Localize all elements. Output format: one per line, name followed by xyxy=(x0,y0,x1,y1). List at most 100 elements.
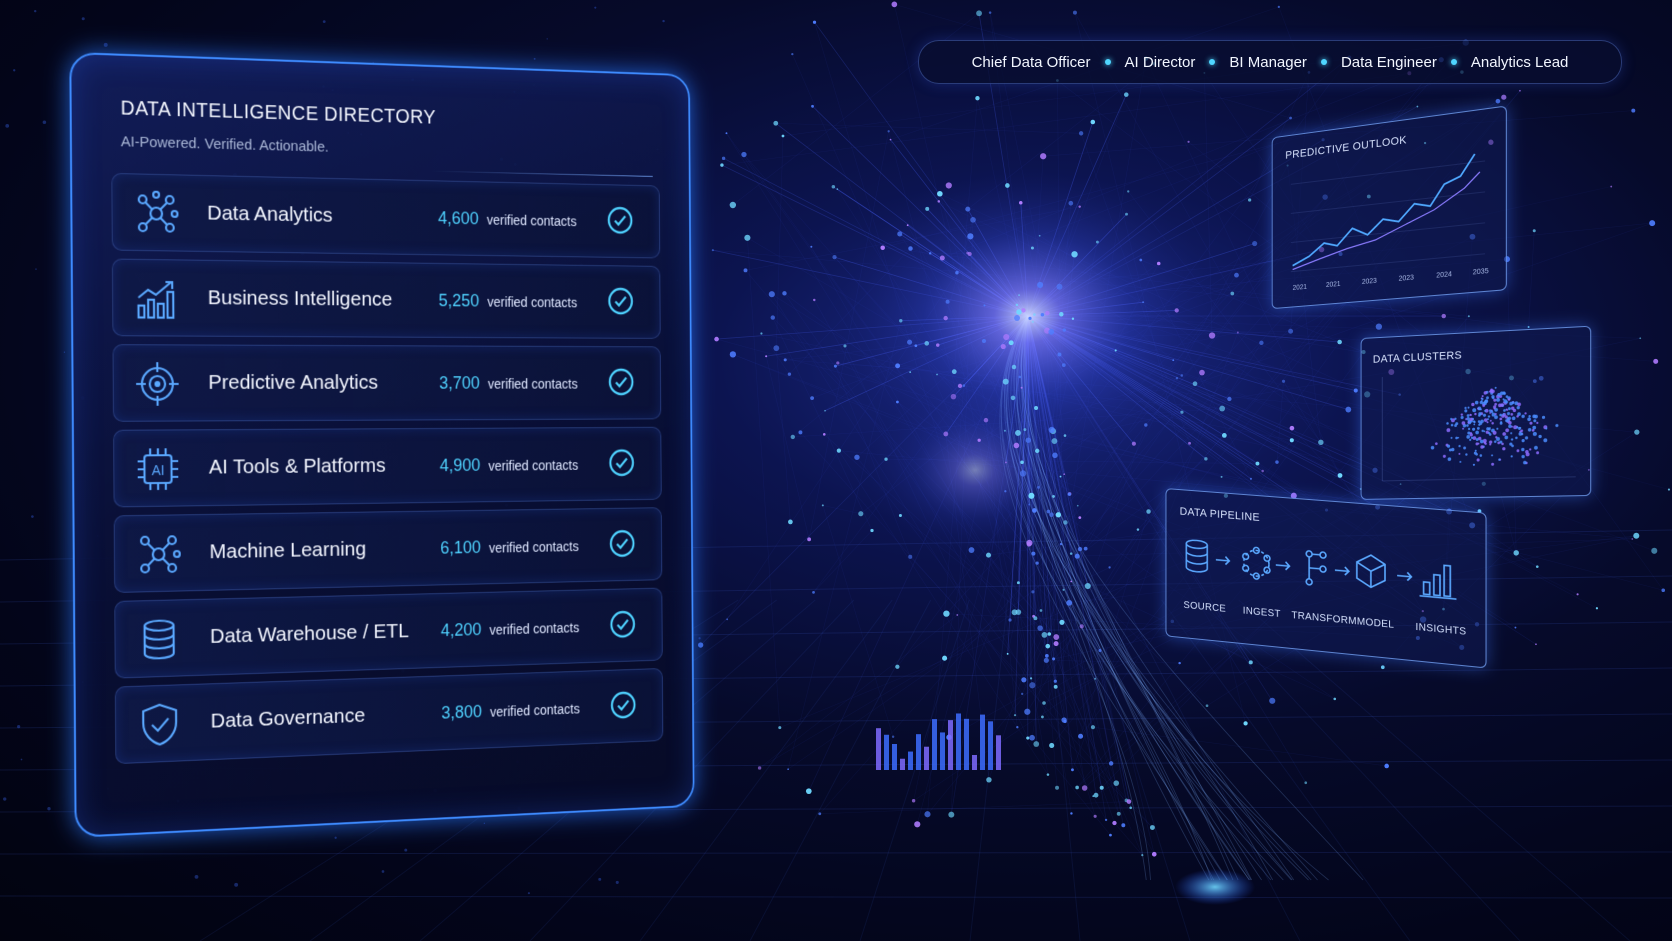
network-node xyxy=(1337,473,1343,478)
cluster-point xyxy=(1483,391,1488,395)
network-node xyxy=(1011,609,1018,616)
network-node xyxy=(943,315,948,321)
network-node xyxy=(1281,379,1286,383)
cluster-point xyxy=(1532,425,1537,430)
network-node xyxy=(3,797,7,801)
role-chief-data-officer[interactable]: Chief Data Officer xyxy=(958,54,1105,71)
cluster-point xyxy=(1494,402,1498,406)
cluster-point xyxy=(1481,395,1484,398)
category-list: Data Analytics 4,600 verified contacts B… xyxy=(111,172,664,772)
network-node xyxy=(697,642,704,648)
network-node xyxy=(1353,388,1358,393)
network-node xyxy=(1252,240,1258,247)
network-node xyxy=(1094,677,1097,680)
network-node xyxy=(788,519,793,525)
network-node xyxy=(1375,323,1383,330)
contact-unit-label: verified contacts xyxy=(486,212,577,229)
network-node xyxy=(936,343,940,347)
predictive-outlook-card: PREDICTIVE OUTLOOK 2021 2021 2023 2023 2… xyxy=(1271,105,1507,310)
network-node xyxy=(1023,428,1027,432)
network-node xyxy=(1126,799,1132,804)
check-circle-icon xyxy=(609,449,635,477)
network-node xyxy=(1028,316,1032,320)
network-node xyxy=(1151,851,1157,857)
role-data-engineer[interactable]: Data Engineer xyxy=(1327,54,1451,71)
network-node xyxy=(1059,619,1065,625)
cluster-point xyxy=(1479,439,1484,444)
network-node xyxy=(1055,512,1062,518)
network-node xyxy=(1121,823,1126,828)
role-ai-director[interactable]: AI Director xyxy=(1111,54,1210,71)
floor-bar xyxy=(940,732,945,770)
network-node xyxy=(1062,588,1065,591)
network-node xyxy=(773,120,779,126)
network-node xyxy=(1236,331,1239,334)
bar-chart-trend-icon xyxy=(134,276,179,322)
network-nodes-icon xyxy=(136,531,181,577)
network-node xyxy=(1037,625,1043,631)
network-node xyxy=(1416,105,1419,108)
panel-title: DATA INTELLIGENCE DIRECTORY xyxy=(120,97,437,129)
category-row-ai-tools-platforms[interactable]: AI AI Tools & Platforms 4,900 verified c… xyxy=(113,426,662,508)
contact-count: 4,600 xyxy=(438,208,479,229)
category-row-machine-learning[interactable]: Machine Learning 6,100 verified contacts xyxy=(113,507,663,594)
network-node xyxy=(1074,553,1080,559)
network-node xyxy=(924,811,931,818)
network-node xyxy=(1532,229,1536,233)
category-label: Predictive Analytics xyxy=(208,371,378,394)
cluster-point xyxy=(1447,457,1452,462)
network-node xyxy=(798,430,803,435)
network-node xyxy=(937,190,943,197)
network-node xyxy=(783,358,787,362)
role-analytics-lead[interactable]: Analytics Lead xyxy=(1457,54,1583,71)
network-node xyxy=(1049,742,1055,749)
network-node xyxy=(1318,439,1324,446)
network-node xyxy=(906,224,909,227)
network-node xyxy=(1156,261,1161,266)
network-node xyxy=(1038,234,1041,237)
cluster-point xyxy=(1430,445,1435,450)
network-node xyxy=(1059,312,1064,317)
network-node xyxy=(1031,590,1035,594)
hexagon-nodes-icon xyxy=(1243,546,1270,580)
network-node xyxy=(1081,785,1088,791)
network-node xyxy=(1661,588,1666,593)
network-link xyxy=(1276,381,1284,463)
category-row-data-analytics[interactable]: Data Analytics 4,600 verified contacts xyxy=(111,172,661,259)
network-node xyxy=(1261,469,1264,473)
tick-label: 2024 xyxy=(1436,271,1452,280)
network-node xyxy=(1053,684,1058,689)
cluster-point xyxy=(1497,441,1501,445)
floor-bar xyxy=(996,735,1001,770)
tick-label: 2021 xyxy=(1325,280,1341,290)
network-node xyxy=(1219,405,1226,412)
network-node xyxy=(1008,618,1012,622)
network-node xyxy=(770,315,775,320)
network-node xyxy=(1033,616,1038,621)
category-row-data-governance[interactable]: Data Governance 3,800 verified contacts xyxy=(114,667,664,765)
cluster-point xyxy=(1505,428,1510,433)
cluster-point xyxy=(1503,409,1506,412)
floor-bar xyxy=(900,758,905,770)
network-link xyxy=(1528,230,1535,328)
grid-line xyxy=(0,851,1672,855)
cluster-point xyxy=(1496,397,1501,402)
network-node xyxy=(1243,721,1248,726)
network-node xyxy=(822,433,826,436)
network-node xyxy=(1047,632,1052,636)
network-node xyxy=(1078,733,1084,739)
cluster-point xyxy=(1455,422,1459,426)
network-node xyxy=(1633,532,1640,539)
cluster-point xyxy=(1504,435,1509,440)
network-link xyxy=(910,556,1025,681)
role-bi-manager[interactable]: BI Manager xyxy=(1215,54,1321,71)
cluster-point xyxy=(1502,447,1506,451)
category-row-business-intelligence[interactable]: Business Intelligence 5,250 verified con… xyxy=(111,258,661,339)
network-node xyxy=(1063,520,1068,525)
network-node xyxy=(1076,504,1079,507)
data-clusters-card: DATA CLUSTERS xyxy=(1360,325,1592,500)
network-node xyxy=(928,252,932,255)
cluster-point xyxy=(1459,460,1462,463)
category-row-predictive-analytics[interactable]: Predictive Analytics 3,700 verified cont… xyxy=(112,344,662,422)
category-row-data-warehouse-etl[interactable]: Data Warehouse / ETL 4,200 verified cont… xyxy=(114,587,663,679)
